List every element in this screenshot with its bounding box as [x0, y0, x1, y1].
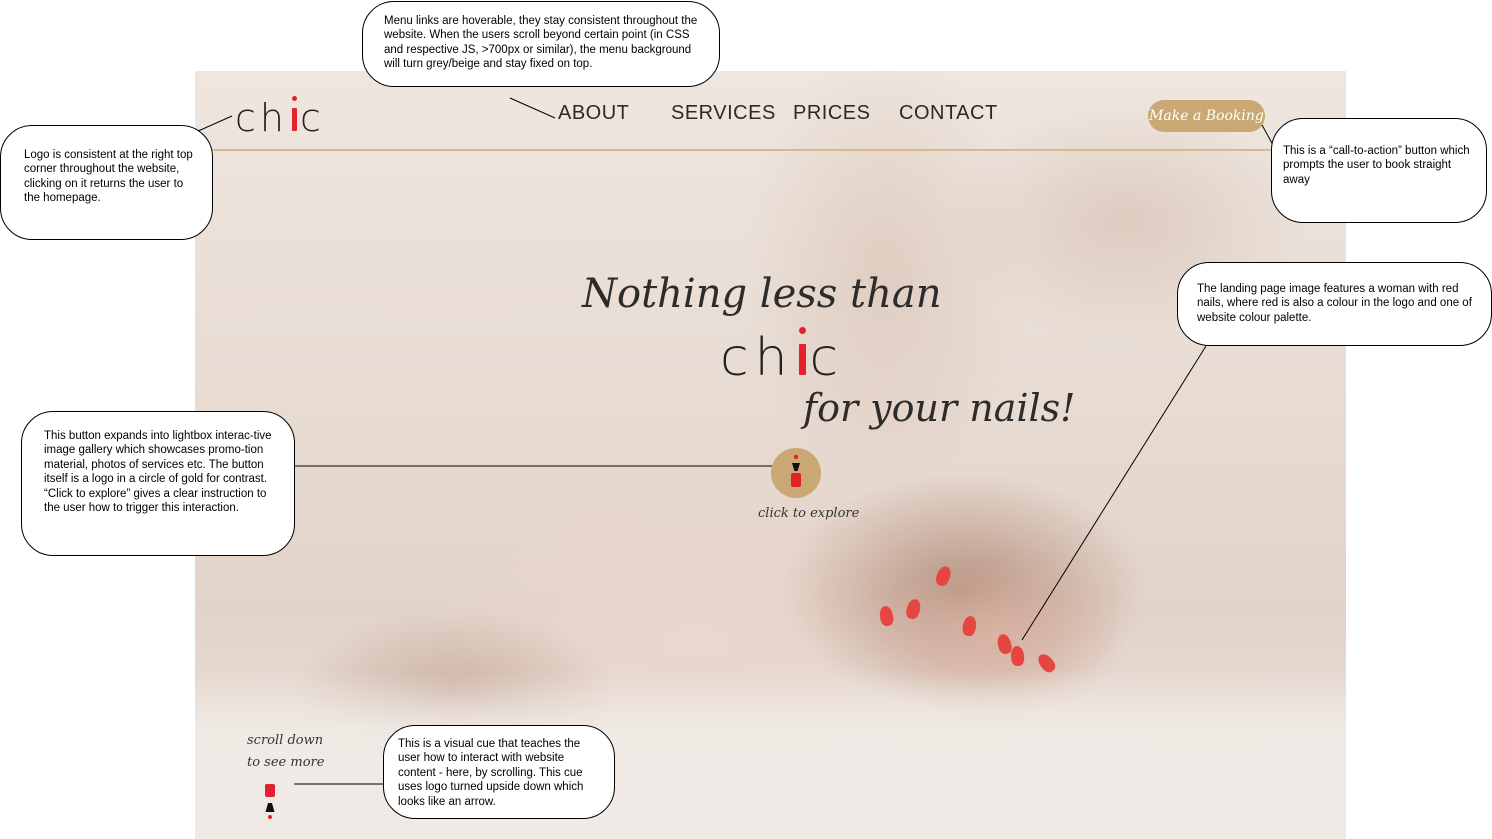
annotation-image: The landing page image features a woman … — [1177, 262, 1492, 346]
annotation-menu: Menu links are hoverable, they stay cons… — [362, 1, 720, 87]
annotation-scroll: This is a visual cue that teaches the us… — [383, 725, 615, 819]
annotation-explore: This button expands into lightbox intera… — [21, 411, 295, 556]
annotation-cta: This is a “call-to-action” button which … — [1271, 118, 1487, 223]
annotation-logo: Logo is consistent at the right top corn… — [0, 125, 213, 240]
